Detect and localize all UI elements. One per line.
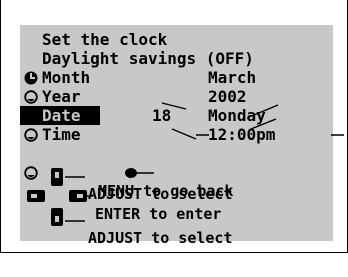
help-enter: ENTER to enter	[20, 187, 333, 223]
time-value: 12:00pm	[208, 125, 276, 144]
year-value: 2002	[208, 87, 247, 106]
menu-item-label: Time	[42, 125, 81, 144]
radio-option-icon	[24, 52, 38, 104]
menu-item-label: Month	[42, 68, 91, 87]
radio-option-icon	[24, 71, 38, 123]
radio-option-icon	[24, 128, 38, 180]
menu-item-label: Date	[42, 106, 81, 125]
menu-item-time[interactable]: Time 12:00pm	[20, 125, 333, 180]
menu-item-daylight-savings[interactable]: Daylight savings (OFF)	[20, 49, 333, 104]
menu-item-label: Year	[42, 87, 81, 106]
help-adjust-down-text: ADJUST to select	[88, 229, 233, 247]
help-adjust-up: ADJUST to select	[20, 167, 333, 203]
help-adjust-down: ADJUST to select	[20, 211, 333, 247]
lcd-screen: Set the clock Daylight savings (OFF) Mon…	[20, 25, 344, 247]
clock-set-icon	[24, 33, 38, 85]
help-back: MENU to go back	[20, 146, 333, 200]
month-value: March	[208, 68, 257, 87]
menu-title-row: Set the clock	[20, 30, 333, 85]
spin-right-indicator-icon	[253, 104, 279, 116]
menu-item-label: Daylight savings (OFF)	[42, 49, 254, 68]
radio-option-icon	[24, 109, 38, 161]
menu-item-month[interactable]: Month March	[20, 68, 333, 123]
page-title: Set the clock	[42, 30, 168, 49]
radio-option-icon	[24, 90, 38, 142]
